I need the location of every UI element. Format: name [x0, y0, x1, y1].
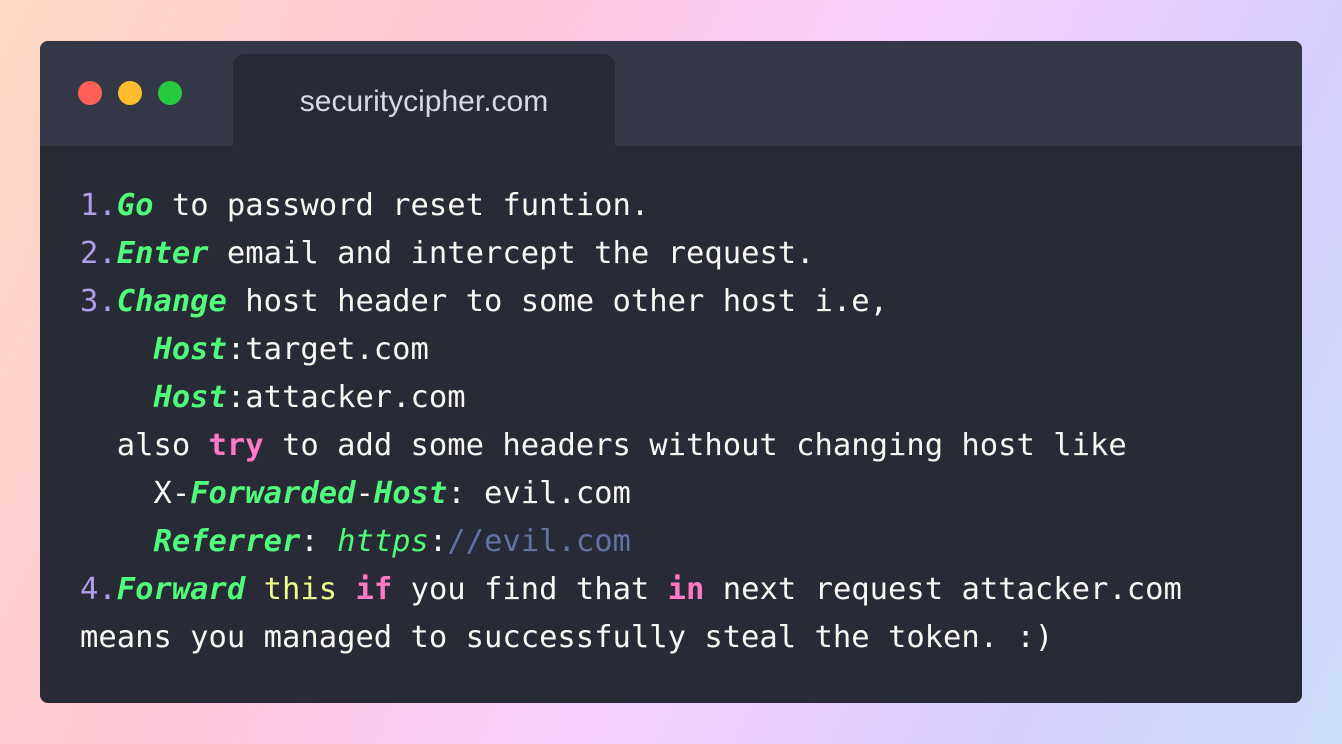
- code-token: //evil.com: [447, 524, 631, 559]
- code-token: Forward: [116, 572, 246, 607]
- code-line: means you managed to successfully steal …: [80, 614, 1280, 662]
- code-token: if: [355, 572, 393, 607]
- code-token: -: [355, 476, 374, 511]
- code-window: securitycipher.com 1.Go to password rese…: [40, 41, 1302, 703]
- title-bar: securitycipher.com: [40, 41, 1302, 146]
- code-token: to password reset funtion.: [153, 188, 650, 223]
- code-line: 3.Change host header to some other host …: [80, 278, 1280, 326]
- code-token: Go: [116, 188, 154, 223]
- code-token: you find that: [392, 572, 668, 607]
- code-token: try: [208, 428, 264, 463]
- code-token: :target.com: [226, 332, 429, 367]
- code-token: Host: [153, 332, 227, 367]
- minimize-dot-icon[interactable]: [118, 81, 142, 105]
- code-token: Host: [373, 476, 448, 511]
- code-line: Host:attacker.com: [80, 374, 1280, 422]
- code-token: :attacker.com: [226, 380, 466, 415]
- code-token: Host: [153, 380, 227, 415]
- code-token: 4.: [80, 572, 117, 607]
- code-token: this: [263, 572, 338, 607]
- code-line: X-Forwarded-Host: evil.com: [80, 470, 1280, 518]
- code-token: 3.: [80, 284, 117, 319]
- code-token: 2.: [80, 236, 117, 271]
- code-token: X-: [80, 476, 191, 511]
- code-token: https: [337, 524, 429, 559]
- code-line: 1.Go to password reset funtion.: [80, 182, 1280, 230]
- code-token: :: [428, 524, 448, 559]
- code-token: Referrer: [153, 524, 301, 559]
- code-token: : evil.com: [447, 476, 631, 511]
- code-line: 2.Enter email and intercept the request.: [80, 230, 1280, 278]
- code-token: host header to some other host i.e,: [226, 284, 888, 319]
- code-token: Enter: [116, 236, 209, 271]
- code-token: 1.: [80, 188, 117, 223]
- maximize-dot-icon[interactable]: [158, 81, 182, 105]
- code-token: to add some headers without changing hos…: [263, 428, 1127, 463]
- code-token: email and intercept the request.: [208, 236, 815, 271]
- code-token: Change: [116, 284, 227, 319]
- code-block: 1.Go to password reset funtion. 2.Enter e…: [80, 182, 1280, 662]
- code-line: also try to add some headers without cha…: [80, 422, 1280, 470]
- code-line: 4.Forward this if you find that in next …: [80, 566, 1280, 614]
- code-token: also: [80, 428, 209, 463]
- code-token: means you managed to successfully steal …: [80, 620, 1054, 655]
- code-token: next request attacker.com: [704, 572, 1182, 607]
- code-line: Referrer: https://evil.com: [80, 518, 1280, 566]
- code-token: Forwarded: [190, 476, 356, 511]
- code-line: Host:target.com: [80, 326, 1280, 374]
- close-dot-icon[interactable]: [78, 81, 102, 105]
- tab-title[interactable]: securitycipher.com: [233, 54, 615, 146]
- code-token: :: [300, 524, 338, 559]
- code-token: in: [667, 572, 705, 607]
